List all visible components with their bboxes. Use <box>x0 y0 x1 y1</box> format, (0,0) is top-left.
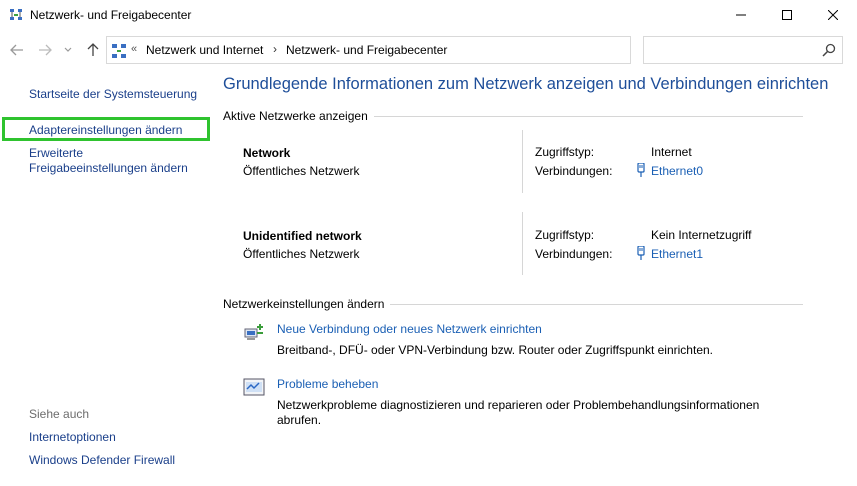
window-title: Netzwerk- und Freigabecenter <box>30 8 192 22</box>
access-type-value: Kein Internetzugriff <box>651 228 752 242</box>
back-arrow-icon <box>10 44 23 56</box>
connection-link-ethernet0[interactable]: Ethernet0 <box>651 164 703 178</box>
close-button[interactable] <box>810 0 856 30</box>
address-bar[interactable]: « Netzwerk und Internet › Netzwerk- und … <box>106 36 724 64</box>
setup-new-connection-link[interactable]: Neue Verbindung oder neues Netzwerk einr… <box>277 322 542 336</box>
maximize-icon <box>782 10 792 20</box>
task-description: Netzwerkprobleme diagnostizieren und rep… <box>277 398 777 428</box>
sidebar-link-line: Erweiterte <box>29 146 84 160</box>
ethernet-icon <box>637 163 645 177</box>
minimize-icon <box>736 14 746 16</box>
breadcrumb-network-internet[interactable]: Netzwerk und Internet <box>146 43 263 57</box>
back-button[interactable] <box>8 40 26 60</box>
chevron-down-icon <box>64 47 72 52</box>
task-description-line: abrufen. <box>277 413 322 427</box>
up-button[interactable] <box>84 40 102 60</box>
breadcrumb-overflow[interactable]: « <box>131 43 137 55</box>
troubleshoot-icon <box>243 378 265 396</box>
up-arrow-icon <box>87 43 99 56</box>
network-name: Network <box>243 146 291 160</box>
sidebar-link-change-adapter-settings[interactable]: Adaptereinstellungen ändern <box>29 123 182 138</box>
title-bar: Netzwerk- und Freigabecenter <box>0 0 857 30</box>
minimize-button[interactable] <box>718 0 764 30</box>
sidebar-link-internet-options[interactable]: Internetoptionen <box>29 430 116 445</box>
forward-arrow-icon <box>39 44 52 56</box>
maximize-button[interactable] <box>764 0 810 30</box>
network-category: Öffentliches Netzwerk <box>243 164 360 178</box>
access-type-label: Zugriffstyp: <box>535 228 595 242</box>
troubleshoot-link[interactable]: Probleme beheben <box>277 377 378 391</box>
access-type-value: Internet <box>651 145 692 159</box>
sidebar-link-windows-firewall[interactable]: Windows Defender Firewall <box>29 453 175 468</box>
breadcrumb-separator[interactable]: › <box>273 42 277 56</box>
new-connection-icon <box>244 324 263 340</box>
navigation-bar: « Netzwerk und Internet › Netzwerk- und … <box>0 36 857 64</box>
change-settings-header: Netzwerkeinstellungen ändern <box>223 297 391 311</box>
network-center-icon <box>10 9 22 20</box>
search-input[interactable] <box>643 36 843 64</box>
network-category: Öffentliches Netzwerk <box>243 247 360 261</box>
breadcrumb-network-sharing-center[interactable]: Netzwerk- und Freigabecenter <box>286 43 447 57</box>
page-title: Grundlegende Informationen zum Netzwerk … <box>223 75 829 93</box>
task-description: Breitband-, DFÜ- oder VPN-Verbindung bzw… <box>277 343 713 357</box>
sidebar-link-advanced-sharing-settings[interactable]: Erweiterte Freigabeeinstellungen ändern <box>29 146 188 176</box>
divider <box>522 212 523 275</box>
task-description-line: Netzwerkprobleme diagnostizieren und rep… <box>277 398 760 412</box>
sidebar-link-line: Freigabeeinstellungen ändern <box>29 161 188 175</box>
access-type-label: Zugriffstyp: <box>535 145 595 159</box>
network-center-icon <box>112 44 126 58</box>
network-name: Unidentified network <box>243 229 362 243</box>
see-also-label: Siehe auch <box>29 407 90 421</box>
recent-locations-button[interactable] <box>62 40 74 60</box>
forward-button[interactable] <box>36 40 54 60</box>
active-networks-header: Aktive Netzwerke anzeigen <box>223 109 374 123</box>
connections-label: Verbindungen: <box>535 164 613 178</box>
connection-link-ethernet1[interactable]: Ethernet1 <box>651 247 703 261</box>
ethernet-icon <box>637 246 645 260</box>
close-icon <box>828 10 838 20</box>
divider <box>522 130 523 193</box>
sidebar-link-control-panel-home[interactable]: Startseite der Systemsteuerung <box>29 87 197 102</box>
connections-label: Verbindungen: <box>535 247 613 261</box>
search-icon[interactable] <box>822 43 836 57</box>
